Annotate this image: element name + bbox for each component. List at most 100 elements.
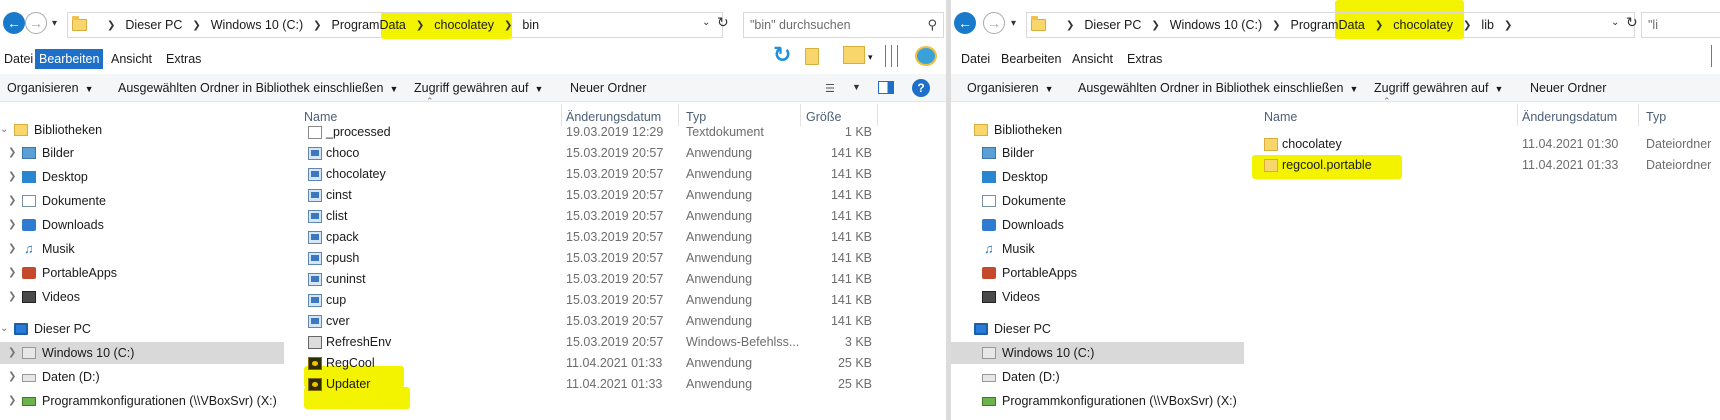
breadcrumb-chocolatey[interactable]: chocolatey xyxy=(434,18,494,32)
search-icon[interactable]: ⚲ xyxy=(927,17,937,33)
breadcrumb-dieser-pc[interactable]: Dieser PC xyxy=(1084,18,1141,32)
back-arrow-icon[interactable]: ← xyxy=(3,12,25,34)
file-row[interactable]: _processed 19.03.2019 12:29 Textdokument 1 … xyxy=(308,122,878,143)
file-row[interactable]: cup 15.03.2019 20:57 Anwendung 141 KB xyxy=(308,290,878,311)
tree-collapse-icon[interactable]: ❯ xyxy=(8,286,16,308)
file-row[interactable]: chocolatey 15.03.2019 20:57 Anwendung 141 K… xyxy=(308,164,878,185)
file-row[interactable]: clist 15.03.2019 20:57 Anwendung 141 KB xyxy=(308,206,878,227)
tree-item-desktop[interactable]: Desktop xyxy=(951,166,1244,188)
tree-item-windows-10[interactable]: ❯ Windows 10 (C:) xyxy=(0,342,284,364)
tree-collapse-icon[interactable]: ❯ xyxy=(8,142,16,164)
file-row[interactable]: cuninst 15.03.2019 20:57 Anwendung 141 KB xyxy=(308,269,878,290)
tree-item-bilder[interactable]: Bilder xyxy=(951,142,1244,164)
breadcrumb-bin[interactable]: bin xyxy=(522,18,539,32)
tree-item-bilder[interactable]: ❯ Bilder xyxy=(0,142,284,164)
address-dropdown-icon[interactable]: ⌄ xyxy=(1611,17,1619,28)
menu-bearbeiten[interactable]: Bearbeiten xyxy=(35,49,104,69)
tree-item-portableapps[interactable]: ❯ PortableApps xyxy=(0,262,284,284)
search-input[interactable]: "li xyxy=(1641,12,1720,38)
refresh-icon[interactable]: ↻ xyxy=(1626,14,1638,31)
column-divider[interactable] xyxy=(1517,104,1518,126)
back-arrow-icon[interactable]: ← xyxy=(954,12,976,34)
tree-item-musik[interactable]: ❯ ♫ Musik xyxy=(0,238,284,260)
file-row[interactable]: RegCool 11.04.2021 01:33 Anwendung 25 KB xyxy=(308,353,878,374)
file-row[interactable]: cver 15.03.2019 20:57 Anwendung 141 KB xyxy=(308,311,878,332)
tree-collapse-icon[interactable]: ❯ xyxy=(8,190,16,212)
breadcrumb-chocolatey[interactable]: chocolatey xyxy=(1393,18,1453,32)
tree-collapse-icon[interactable]: ❯ xyxy=(8,390,16,412)
tree-collapse-icon[interactable]: ❯ xyxy=(8,214,16,236)
preview-pane-icon[interactable] xyxy=(878,81,894,94)
tree-item-dieser-pc[interactable]: ⌄ Dieser PC xyxy=(0,318,284,340)
tree-expand-icon[interactable]: ⌄ xyxy=(0,119,8,141)
menu-datei[interactable]: Datei xyxy=(0,49,37,69)
tree-item-videos[interactable]: ❯ Videos xyxy=(0,286,284,308)
file-row[interactable]: cinst 15.03.2019 20:57 Anwendung 141 KB xyxy=(308,185,878,206)
breadcrumb-lib[interactable]: lib xyxy=(1481,18,1494,32)
view-options-icon[interactable]: ☰ xyxy=(825,82,835,95)
folder-options-icon[interactable] xyxy=(843,46,865,64)
tree-item-programmkonfigurationen[interactable]: ❯ Programmkonfigurationen (\\VBoxSvr) (X… xyxy=(0,390,284,412)
tree-collapse-icon[interactable]: ❯ xyxy=(8,166,16,188)
new-folder-button[interactable]: Neuer Ordner xyxy=(1530,74,1606,102)
breadcrumb-windows-10[interactable]: Windows 10 (C:) xyxy=(211,18,303,32)
column-header-type[interactable]: Typ xyxy=(1646,102,1666,132)
tree-item-downloads[interactable]: ❯ Downloads xyxy=(0,214,284,236)
tree-item-desktop[interactable]: ❯ Desktop xyxy=(0,166,284,188)
folder-options-chevron-icon[interactable]: ▾ xyxy=(868,52,873,63)
folder-shortcut-icon[interactable] xyxy=(805,48,819,65)
tree-item-libraries[interactable]: ⌄ Bibliotheken xyxy=(0,119,284,141)
file-row[interactable]: Updater 11.04.2021 01:33 Anwendung 25 KB xyxy=(308,374,878,395)
menu-ansicht[interactable]: Ansicht xyxy=(1068,49,1117,69)
tree-item-windows-10[interactable]: Windows 10 (C:) xyxy=(951,342,1244,364)
help-icon[interactable]: ? xyxy=(912,79,930,97)
refresh-icon[interactable]: ↻ xyxy=(717,14,729,31)
breadcrumb-dieser-pc[interactable]: Dieser PC xyxy=(125,18,182,32)
address-dropdown-icon[interactable]: ⌄ xyxy=(702,17,710,28)
menu-ansicht[interactable]: Ansicht xyxy=(107,49,156,69)
file-row[interactable]: cpack 15.03.2019 20:57 Anwendung 141 KB xyxy=(308,227,878,248)
column-header-date[interactable]: Änderungsdatum xyxy=(1522,102,1617,132)
shell-app-icon[interactable] xyxy=(915,46,937,66)
tree-collapse-icon[interactable]: ❯ xyxy=(8,238,16,260)
tree-collapse-icon[interactable]: ❯ xyxy=(8,342,16,364)
tree-collapse-icon[interactable]: ❯ xyxy=(8,262,16,284)
organize-button[interactable]: Organisieren ▼ xyxy=(967,74,1054,102)
tree-item-dieser-pc[interactable]: Dieser PC xyxy=(951,318,1244,340)
column-header-name[interactable]: Name xyxy=(1264,102,1297,132)
forward-arrow-icon[interactable]: → xyxy=(25,12,47,34)
file-row[interactable]: cpush 15.03.2019 20:57 Anwendung 141 KB xyxy=(308,248,878,269)
tree-item-libraries[interactable]: Bibliotheken xyxy=(951,119,1244,141)
breadcrumb-programdata[interactable]: ProgramData xyxy=(332,18,406,32)
file-row[interactable]: choco 15.03.2019 20:57 Anwendung 141 KB xyxy=(308,143,878,164)
column-divider[interactable] xyxy=(1638,104,1639,126)
tree-item-videos[interactable]: Videos xyxy=(951,286,1244,308)
search-input[interactable]: "bin" durchsuchen ⚲ xyxy=(743,12,944,38)
file-row[interactable]: chocolatey 11.04.2021 01:30 Dateiordner xyxy=(1264,134,1714,155)
tree-expand-icon[interactable]: ⌄ xyxy=(0,318,8,340)
tree-item-musik[interactable]: ♫ Musik xyxy=(951,238,1244,260)
address-bar[interactable]: ❯ Dieser PC ❯ Windows 10 (C:) ❯ ProgramD… xyxy=(1026,12,1635,38)
new-folder-button[interactable]: Neuer Ordner xyxy=(570,74,646,102)
recent-locations-chevron-icon[interactable]: ▾ xyxy=(1011,18,1016,29)
include-in-library-button[interactable]: Ausgewählten Ordner in Bibliothek einsch… xyxy=(1078,74,1358,102)
menu-extras[interactable]: Extras xyxy=(162,49,205,69)
breadcrumb-programdata[interactable]: ProgramData xyxy=(1291,18,1365,32)
tree-item-programmkonfigurationen[interactable]: Programmkonfigurationen (\\VBoxSvr) (X:) xyxy=(951,390,1244,412)
tree-item-daten[interactable]: ❯ Daten (D:) xyxy=(0,366,284,388)
breadcrumb-windows-10[interactable]: Windows 10 (C:) xyxy=(1170,18,1262,32)
tree-item-daten[interactable]: Daten (D:) xyxy=(951,366,1244,388)
forward-arrow-icon[interactable]: → xyxy=(983,12,1005,34)
sync-icon[interactable]: ↻ xyxy=(773,42,791,68)
include-in-library-button[interactable]: Ausgewählten Ordner in Bibliothek einsch… xyxy=(118,74,398,102)
file-row[interactable]: regcool.portable 11.04.2021 01:33 Dateiord… xyxy=(1264,155,1714,176)
tree-collapse-icon[interactable]: ❯ xyxy=(8,366,16,388)
tree-item-downloads[interactable]: Downloads xyxy=(951,214,1244,236)
menu-extras[interactable]: Extras xyxy=(1123,49,1166,69)
organize-button[interactable]: Organisieren ▼ xyxy=(7,74,94,102)
menu-datei[interactable]: Datei xyxy=(957,49,994,69)
share-with-button[interactable]: Zugriff gewähren auf ▼ xyxy=(1374,74,1503,102)
menu-bearbeiten[interactable]: Bearbeiten xyxy=(997,49,1065,69)
tree-item-dokumente[interactable]: ❯ Dokumente xyxy=(0,190,284,212)
recent-locations-chevron-icon[interactable]: ▾ xyxy=(52,18,57,29)
